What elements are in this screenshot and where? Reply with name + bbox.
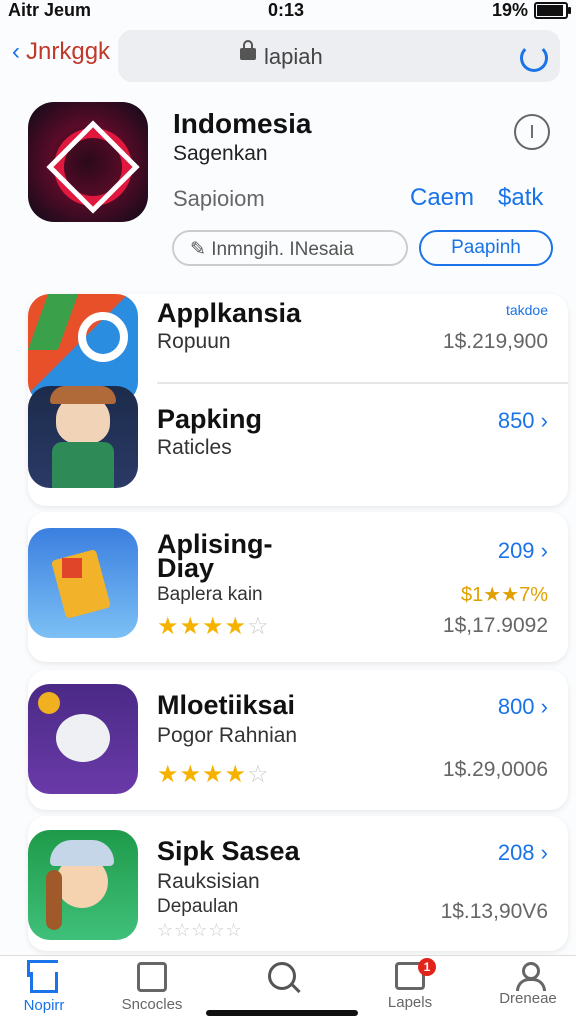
tab-label: Dreneae (499, 990, 557, 1007)
app-count-value: 208 (497, 840, 535, 865)
app-icon-mloetiiksai[interactable] (28, 684, 138, 794)
app-count[interactable]: 800 › (498, 694, 548, 720)
app-count[interactable]: 850 › (498, 408, 548, 434)
app-count-value: 209 (497, 538, 535, 563)
chevron-right-icon: › (540, 694, 548, 719)
chevron-left-icon: ‹ (12, 38, 20, 65)
app-card: Sipk Sasea Rauksisian Depaulan ☆☆☆☆☆ 208… (28, 816, 568, 951)
app-percent: $1★★7% (460, 584, 548, 606)
lock-icon (240, 40, 256, 60)
app-title[interactable]: Mloetiiksai (157, 690, 295, 721)
app-count[interactable]: 208 › (498, 840, 548, 866)
carrier-text: Aitr Jeum (8, 0, 92, 20)
tab-lapels[interactable]: Lapels (360, 962, 460, 1011)
tab-dreneae[interactable]: Dreneae (478, 962, 576, 1007)
app-icon-papking[interactable] (28, 386, 138, 488)
box-icon (137, 962, 167, 992)
app-tag: takdoe (505, 302, 548, 318)
app-card: Aplising-Diay Baplera kain ★★★★☆ 209 › $… (28, 512, 568, 662)
tab-label: Nopirr (23, 997, 65, 1014)
status-right: 19% (491, 0, 571, 21)
search-pill[interactable]: ✎ Inmngih. INesaia (172, 230, 408, 266)
star-rating: ★★★★☆ (157, 613, 270, 640)
hero-title: Indomesia (173, 108, 312, 139)
row-divider (157, 382, 568, 384)
star-rating: ☆☆☆☆☆ (157, 920, 243, 940)
url-text: lapiah (264, 44, 323, 69)
app-price: 1$,17.9092 (442, 614, 548, 637)
chevron-right-icon: › (540, 408, 548, 433)
app-subtitle: Baplera kain (157, 584, 263, 605)
app-count-value: 850 (497, 408, 535, 433)
app-price: 1$.219,900 (442, 330, 548, 353)
search-icon (268, 962, 296, 990)
app-price: 1$.29,0006 (442, 758, 548, 781)
back-button[interactable]: ‹ Jnrkggk (12, 38, 110, 66)
app-subtitle: Ropuun (157, 330, 231, 353)
back-label: Jnrkggk (26, 38, 111, 65)
hero-meta: Sapioiom (173, 186, 265, 211)
hero-app-icon[interactable] (28, 102, 148, 222)
app-card-group: Applkansia Ropuun takdoe 1$.219,900 Papk… (28, 294, 568, 506)
tab-label: Lapels (387, 994, 433, 1011)
app-subtitle-2: Depaulan (157, 896, 239, 917)
battery-icon (534, 2, 571, 19)
app-icon-sipk-sasea[interactable] (28, 830, 138, 940)
clock-text: 0:13 (268, 0, 305, 20)
app-icon-aplising[interactable] (28, 528, 138, 638)
app-price: 1$.13,90V6 (440, 900, 548, 923)
battery-percent: 19% (491, 0, 528, 20)
app-subtitle: Raticles (157, 436, 232, 459)
search-pill-text: Inmngih. INesaia (211, 239, 354, 260)
app-subtitle: Rauksisian (157, 870, 260, 893)
chevron-right-icon: › (540, 538, 548, 563)
notification-badge: 1 (418, 958, 436, 976)
hero-action-1[interactable]: Caem (410, 184, 474, 212)
address-bar[interactable]: lapiah (118, 30, 560, 82)
app-title[interactable]: Aplising-Diay (157, 531, 287, 582)
info-button[interactable]: I (514, 114, 550, 150)
app-title[interactable]: Sipk Sasea (157, 836, 300, 867)
app-count[interactable]: 209 › (498, 538, 548, 564)
app-card: Mloetiiksai Pogor Rahnian ★★★★☆ 800 › 1$… (28, 670, 568, 810)
refresh-icon[interactable] (520, 44, 548, 72)
hero-subtitle: Sagenkan (173, 142, 268, 165)
hero-action-2[interactable]: $atk (498, 184, 543, 212)
star-rating: ★★★★☆ (157, 761, 270, 788)
get-button[interactable]: Paapinh (419, 230, 553, 266)
app-title[interactable]: Applkansia (157, 298, 301, 329)
chevron-right-icon: › (540, 840, 548, 865)
home-indicator[interactable] (206, 1010, 358, 1016)
app-title[interactable]: Papking (157, 404, 262, 435)
status-bar: Aitr Jeum 0:13 19% (0, 0, 576, 24)
app-subtitle: Pogor Rahnian (157, 724, 298, 747)
tab-sncocles[interactable]: Sncocles (102, 962, 202, 1013)
home-icon (30, 972, 58, 993)
tab-label: Sncocles (121, 996, 183, 1013)
person-icon (516, 962, 546, 991)
tab-search[interactable] (232, 962, 332, 994)
app-count-value: 800 (497, 694, 535, 719)
tab-home[interactable]: Nopirr (0, 962, 94, 1014)
